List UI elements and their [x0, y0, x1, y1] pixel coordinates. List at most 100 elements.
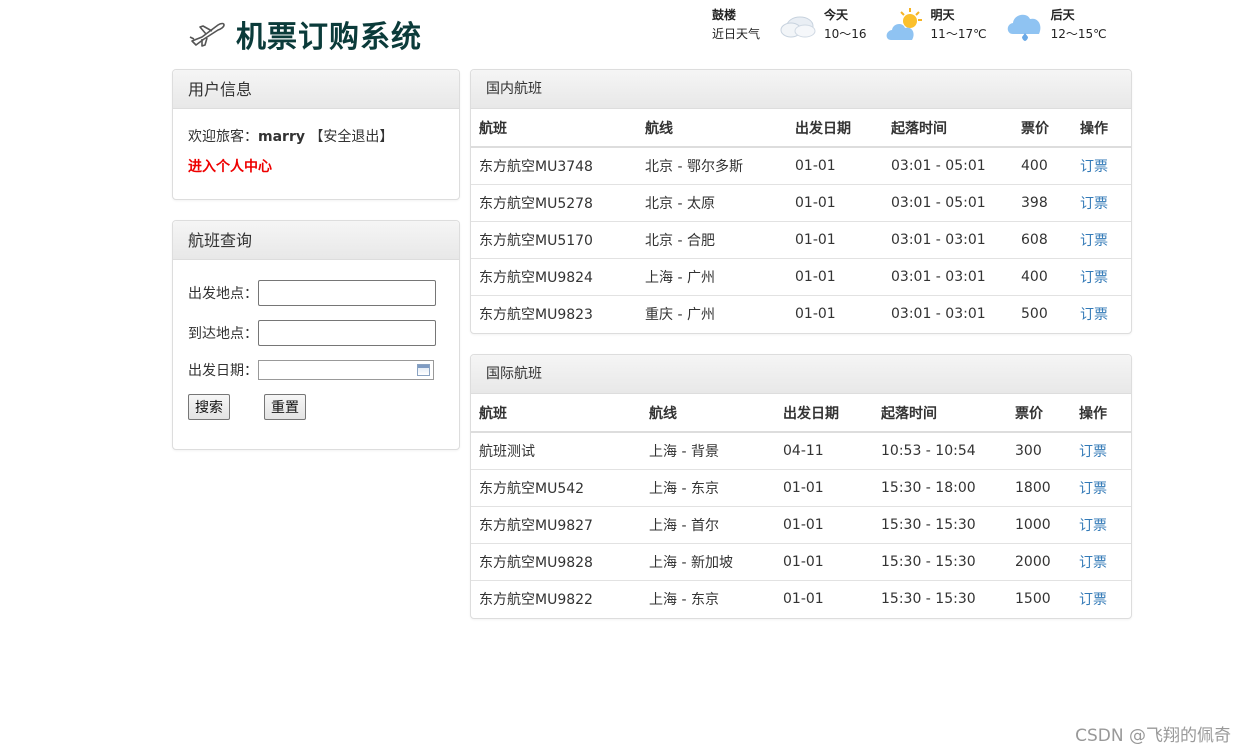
price-cell: 2000 — [1007, 542, 1071, 580]
weather-day-temp: 12～15℃ — [1050, 27, 1107, 41]
route-cell: 上海 - 东京 — [641, 579, 775, 617]
flight-cell: 东方航空MU3748 — [479, 158, 593, 175]
price-cell: 1000 — [1007, 505, 1071, 543]
book-link[interactable]: 订票 — [1079, 518, 1107, 534]
time-cell: 03:01 - 03:01 — [883, 294, 1013, 332]
weather-day-name: 明天 — [930, 8, 955, 22]
logout-link[interactable]: 【安全退出】 — [309, 129, 393, 145]
watermark: CSDN @飞翔的佩奇 — [1075, 726, 1231, 746]
route-cell: 重庆 - 广州 — [637, 294, 787, 332]
weather-day-name: 后天 — [1050, 8, 1075, 22]
route-cell: 北京 - 鄂尔多斯 — [645, 158, 743, 175]
date-picker[interactable] — [258, 360, 434, 380]
welcome-label: 欢迎旅客： — [188, 129, 258, 145]
flight-search-panel: 航班查询 出发地点： 到达地点： 出发日期： 搜索 重置 — [172, 220, 460, 450]
price-cell: 400 — [1021, 157, 1048, 174]
weather-day-today: 今天 10～16 — [778, 6, 867, 44]
weather-subtitle: 近日天气 — [712, 27, 761, 41]
international-flights-panel: 国际航班 航班 航线 出发日期 起落时间 票价 操作 航班测试 上海 - 背景 … — [470, 354, 1132, 619]
date-cell: 01-01 — [795, 157, 836, 174]
cloudy-icon — [780, 16, 816, 38]
to-row: 到达地点： — [188, 320, 444, 346]
date-cell: 01-01 — [775, 579, 873, 617]
column-header: 操作 — [1071, 394, 1131, 433]
welcome-line: 欢迎旅客：marry 【安全退出】 — [188, 126, 444, 148]
column-header: 航班 — [471, 394, 641, 433]
book-link[interactable]: 订票 — [1079, 592, 1107, 608]
table-row: 东方航空MU5170 北京 - 合肥 01-01 03:01 - 03:01 6… — [471, 220, 1131, 258]
book-link[interactable]: 订票 — [1080, 270, 1108, 286]
domestic-heading: 国内航班 — [471, 70, 1131, 109]
route-cell: 上海 - 东京 — [641, 468, 775, 506]
table-row: 东方航空MU3748 北京 - 鄂尔多斯 01-01 03:01 - 05:01… — [471, 147, 1131, 184]
reset-button[interactable]: 重置 — [264, 394, 306, 420]
price-cell: 1500 — [1007, 579, 1071, 617]
date-input[interactable] — [259, 361, 433, 379]
flight-cell: 东方航空MU9827 — [471, 505, 641, 543]
price-cell: 1800 — [1007, 468, 1071, 506]
domestic-flights-panel: 国内航班 航班 航线 出发日期 起落时间 票价 操作 东方航空MU3748 北京… — [470, 69, 1132, 334]
to-label: 到达地点： — [188, 326, 258, 342]
date-cell: 04-11 — [783, 442, 824, 459]
flight-cell: 东方航空MU9824 — [471, 257, 637, 295]
date-cell: 01-01 — [787, 294, 883, 332]
time-cell: 15:30 - 15:30 — [873, 542, 1007, 580]
date-cell: 01-01 — [787, 220, 883, 258]
flight-cell: 东方航空MU542 — [471, 468, 641, 506]
route-cell: 上海 - 广州 — [637, 257, 787, 295]
table-row: 东方航空MU9828 上海 - 新加坡 01-01 15:30 - 15:30 … — [471, 542, 1131, 580]
route-cell: 上海 - 首尔 — [641, 505, 775, 543]
book-link[interactable]: 订票 — [1079, 555, 1107, 571]
partly-sunny-icon — [886, 8, 922, 40]
price-cell: 398 — [1013, 183, 1072, 221]
domestic-flights-table: 航班 航线 出发日期 起落时间 票价 操作 东方航空MU3748 北京 - 鄂尔… — [471, 109, 1131, 332]
international-heading: 国际航班 — [471, 355, 1131, 394]
weather-location: 鼓楼 近日天气 — [712, 6, 778, 44]
flight-cell: 东方航空MU9828 — [471, 542, 641, 580]
time-cell: 03:01 - 03:01 — [883, 257, 1013, 295]
date-cell: 01-01 — [775, 505, 873, 543]
column-header: 航班 — [471, 109, 637, 148]
book-link[interactable]: 订票 — [1079, 444, 1107, 460]
international-flights-table: 航班 航线 出发日期 起落时间 票价 操作 航班测试 上海 - 背景 04-11… — [471, 394, 1131, 617]
book-link[interactable]: 订票 — [1079, 481, 1107, 497]
column-header: 出发日期 — [787, 109, 883, 148]
time-cell: 15:30 - 15:30 — [873, 579, 1007, 617]
date-cell: 01-01 — [787, 257, 883, 295]
price-cell: 300 — [1015, 442, 1042, 459]
time-cell: 03:01 - 05:01 — [891, 157, 986, 174]
weather-city: 鼓楼 — [712, 8, 737, 22]
arrival-input[interactable] — [258, 320, 436, 346]
book-link[interactable]: 订票 — [1080, 233, 1108, 249]
route-cell: 北京 - 太原 — [637, 183, 787, 221]
book-link[interactable]: 订票 — [1080, 307, 1108, 323]
calendar-icon[interactable] — [417, 364, 430, 376]
departure-input[interactable] — [258, 280, 436, 306]
table-row: 东方航空MU9827 上海 - 首尔 01-01 15:30 - 15:30 1… — [471, 505, 1131, 543]
table-row: 东方航空MU9822 上海 - 东京 01-01 15:30 - 15:30 1… — [471, 579, 1131, 617]
date-row: 出发日期： — [188, 360, 444, 380]
personal-center-link[interactable]: 进入个人中心 — [188, 156, 272, 176]
column-header: 操作 — [1072, 109, 1131, 148]
site-header: 机票订购系统 — [188, 10, 422, 58]
date-cell: 01-01 — [787, 183, 883, 221]
book-link[interactable]: 订票 — [1080, 159, 1108, 175]
table-header-row: 航班 航线 出发日期 起落时间 票价 操作 — [471, 394, 1131, 433]
table-header-row: 航班 航线 出发日期 起落时间 票价 操作 — [471, 109, 1131, 148]
table-row: 航班测试 上海 - 背景 04-11 10:53 - 10:54 300 订票 — [471, 432, 1131, 469]
route-cell: 北京 - 合肥 — [637, 220, 787, 258]
rain-cloud-icon — [1007, 14, 1040, 41]
weather-day-after-tomorrow: 后天 12～15℃ — [1005, 6, 1107, 44]
route-cell: 上海 - 新加坡 — [641, 542, 775, 580]
date-cell: 01-01 — [775, 542, 873, 580]
flight-cell: 东方航空MU9822 — [471, 579, 641, 617]
book-link[interactable]: 订票 — [1080, 196, 1108, 212]
weather-day-temp: 10～16 — [824, 27, 867, 41]
user-info-panel: 用户信息 欢迎旅客：marry 【安全退出】 进入个人中心 — [172, 69, 460, 200]
table-row: 东方航空MU9824 上海 - 广州 01-01 03:01 - 03:01 4… — [471, 257, 1131, 295]
search-button[interactable]: 搜索 — [188, 394, 230, 420]
weather-day-temp: 11～17℃ — [930, 27, 987, 41]
from-row: 出发地点： — [188, 280, 444, 306]
weather-day-name: 今天 — [824, 8, 849, 22]
user-info-heading: 用户信息 — [173, 70, 459, 109]
